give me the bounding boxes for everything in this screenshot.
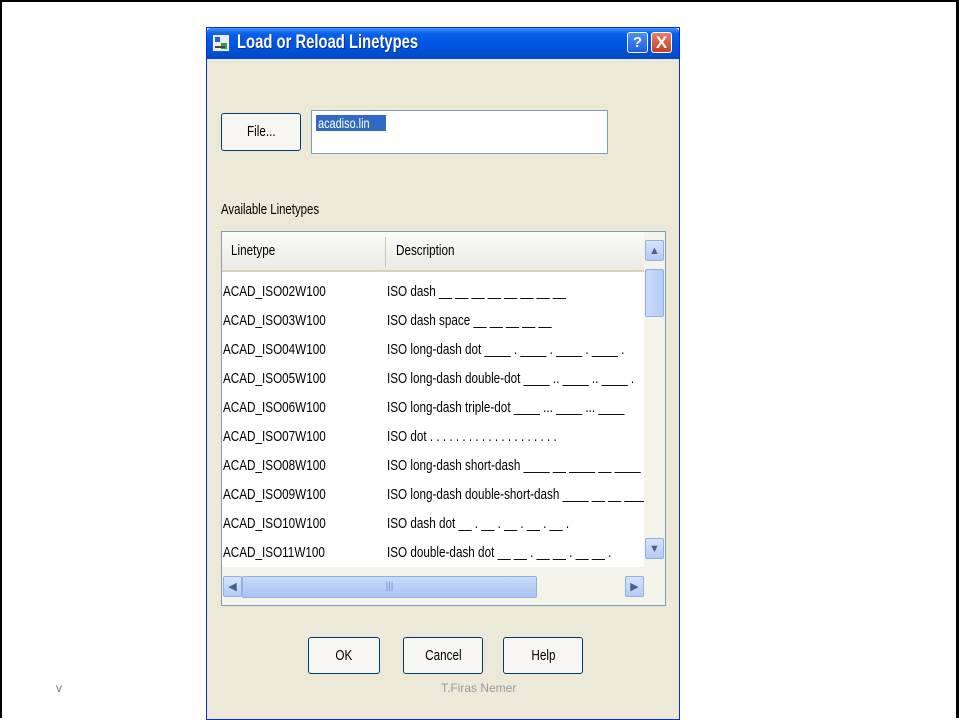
cancel-button-label: Cancel [424,647,462,664]
vertical-scrollbar[interactable]: ▲ ▼ [644,232,665,567]
close-icon[interactable]: X [651,32,672,53]
scroll-left-icon[interactable]: ◀ [223,576,242,597]
available-linetypes-label: Available Linetypes [221,201,320,218]
table-row[interactable]: ACAD_ISO03W100 ISO dash space __ __ __ __… [222,306,644,335]
table-row[interactable]: ACAD_ISO04W100 ISO long-dash dot ____ . _… [222,335,644,364]
slide-footer-author: T.Firas Nemer [441,681,517,695]
file-button[interactable]: File... [221,113,301,151]
slide-footer-mark: v [56,681,62,695]
scroll-up-icon[interactable]: ▲ [645,240,664,261]
table-row[interactable]: ACAD_ISO11W100 ISO double-dash dot __ __ … [222,538,644,567]
help-icon[interactable]: ? [627,32,648,53]
load-linetypes-dialog: Load or Reload Linetypes ? X File... aca… [206,27,680,720]
table-row[interactable]: ACAD_ISO02W100 ISO dash __ __ __ __ __ __… [222,277,644,306]
help-button[interactable]: Help [503,637,583,674]
help-button-label: Help [530,647,556,664]
column-divider[interactable] [385,237,386,267]
linetype-list[interactable]: Linetype Description ACAD_ISO02W100 ISO d… [221,231,666,606]
horizontal-scrollbar[interactable]: ◀ ||| ▶ [222,567,665,605]
scroll-down-icon[interactable]: ▼ [645,538,664,559]
ok-button[interactable]: OK [308,637,380,674]
table-row[interactable]: ACAD_ISO09W100 ISO long-dash double-short… [222,480,650,509]
file-name-value: acadiso.lin [318,115,370,131]
table-row[interactable]: ACAD_ISO07W100 ISO dot . . . . . . . . . … [222,422,644,451]
vertical-scroll-thumb[interactable] [645,269,664,317]
dialog-titlebar[interactable]: Load or Reload Linetypes ? X [207,28,679,59]
cancel-button[interactable]: Cancel [403,637,483,674]
table-row[interactable]: ACAD_ISO05W100 ISO long-dash double-dot _… [222,364,644,393]
table-row[interactable]: ACAD_ISO08W100 ISO long-dash short-dash _… [222,451,644,480]
scroll-right-icon[interactable]: ▶ [625,576,644,597]
file-button-label: File... [246,123,276,140]
list-header: Linetype Description [222,232,644,272]
column-header-description[interactable]: Description [396,232,471,270]
horizontal-scroll-thumb[interactable]: ||| [242,576,537,598]
table-row[interactable]: ACAD_ISO10W100 ISO dash dot __ . __ . __ … [222,509,644,538]
file-name-selection: acadiso.lin [316,115,387,131]
ok-button-label: OK [335,647,353,664]
table-row[interactable]: ACAD_ISO06W100 ISO long-dash triple-dot _… [222,393,644,422]
app-icon [212,34,230,52]
dialog-title: Load or Reload Linetypes [237,32,419,53]
file-name-field[interactable]: acadiso.lin [311,110,608,154]
column-header-linetype[interactable]: Linetype [231,232,288,270]
